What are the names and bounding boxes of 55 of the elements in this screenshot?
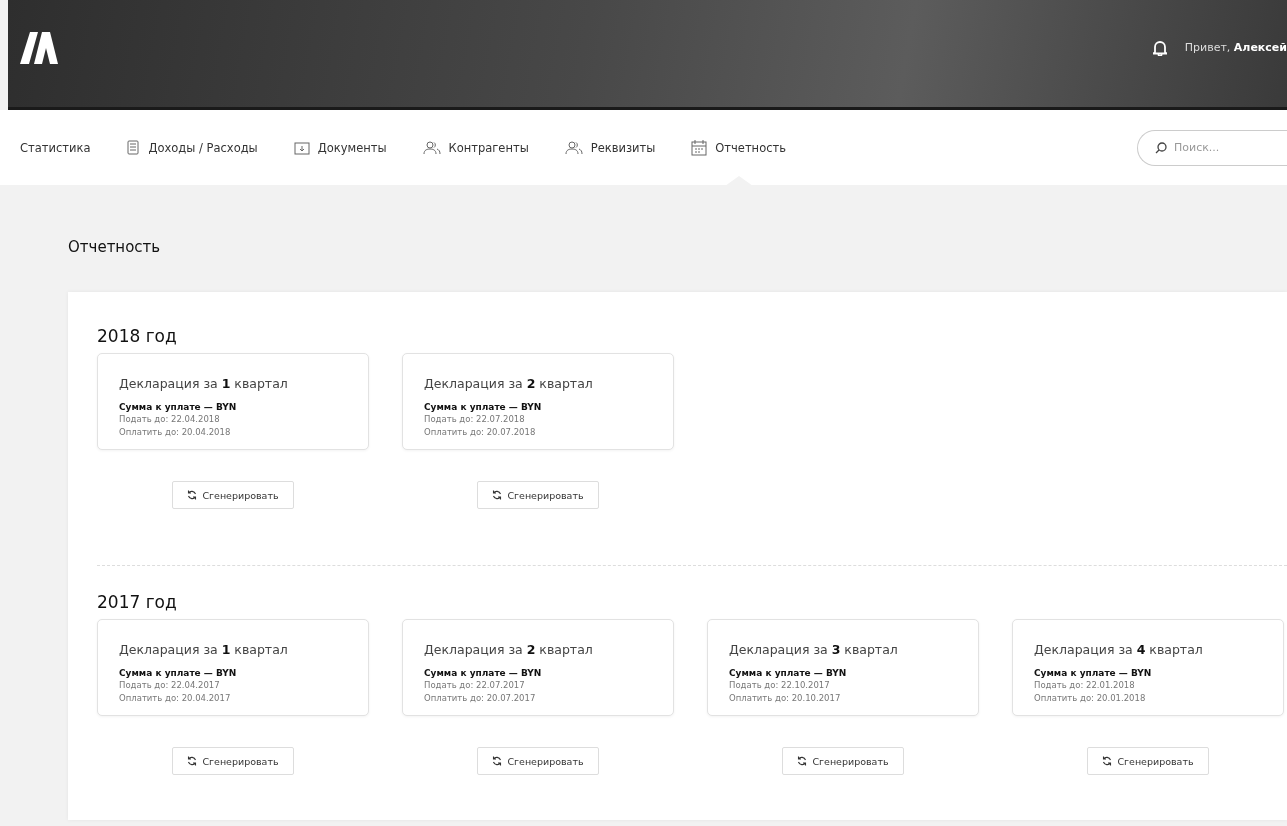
people-icon [564,140,583,155]
pay-date-text: Оплатить до: 20.10.2017 [729,693,842,703]
nav-tab[interactable]: Отчетность [691,110,786,185]
generate-button[interactable]: Сгенерировать [477,481,599,509]
submit-date-text: Подать до: 22.04.2018 [119,414,221,424]
amount-text: Сумма к уплате — BYN [424,402,543,412]
greeting-text: Привет, Алексей [1184,41,1287,54]
pay-date-text: Оплатить до: 20.04.2017 [119,693,232,703]
year-heading: 2017 год [97,592,178,612]
amount-text: Сумма к уплате — BYN [119,668,238,678]
generate-button[interactable]: Сгенерировать [477,747,599,775]
refresh-icon [187,756,198,766]
refresh-icon [492,756,503,766]
amount-text: Сумма к уплате — BYN [119,402,238,412]
submit-date-text: Подать до: 22.01.2018 [1034,680,1136,690]
declaration-title: Декларация за 2 квартал [424,376,594,391]
pay-date-text: Оплатить до: 20.01.2018 [1034,693,1147,703]
amount-text: Сумма к уплате — BYN [1034,668,1153,678]
declaration-title: Декларация за 1 квартал [119,376,289,391]
refresh-icon [187,490,198,500]
declaration-title: Декларация за 4 квартал [1034,642,1204,657]
nav-tab[interactable]: Доходы / Расходы [126,110,258,185]
nav-tab[interactable]: Реквизиты [564,110,656,185]
search-field[interactable]: Поиск... [1137,129,1287,166]
ledger-icon [126,140,141,155]
submit-date-text: Подать до: 22.04.2017 [119,680,221,690]
refresh-icon [492,490,503,500]
submit-date-text: Подать до: 22.10.2017 [729,680,831,690]
submit-date-text: Подать до: 22.07.2017 [424,680,526,690]
people-icon [422,140,441,155]
nav-tab[interactable]: Документы [293,110,387,185]
generate-button[interactable]: Сгенерировать [172,747,294,775]
refresh-icon [797,756,808,766]
folder-icon [293,140,310,155]
amount-text: Сумма к уплате — BYN [729,668,848,678]
year-heading: 2018 год [97,326,178,346]
pay-date-text: Оплатить до: 20.07.2018 [424,427,537,437]
nav-tab[interactable]: Контрагенты [422,110,529,185]
submit-date-text: Подать до: 22.07.2018 [424,414,526,424]
generate-button[interactable]: Сгенерировать [172,481,294,509]
logo[interactable] [20,31,58,64]
declaration-title: Декларация за 3 квартал [729,642,899,657]
pay-date-text: Оплатить до: 20.04.2018 [119,427,232,437]
nav-tab[interactable]: Статистика [20,110,91,185]
calendar-icon [691,139,708,156]
pay-date-text: Оплатить до: 20.07.2017 [424,693,537,703]
generate-button[interactable]: Сгенерировать [782,747,904,775]
page-title: Отчетность [68,238,162,256]
refresh-icon [1102,756,1113,766]
amount-text: Сумма к уплате — BYN [424,668,543,678]
generate-button[interactable]: Сгенерировать [1087,747,1209,775]
bell-icon[interactable] [1152,39,1167,56]
declaration-title: Декларация за 2 квартал [424,642,594,657]
declaration-title: Декларация за 1 квартал [119,642,289,657]
search-icon [1155,141,1167,154]
